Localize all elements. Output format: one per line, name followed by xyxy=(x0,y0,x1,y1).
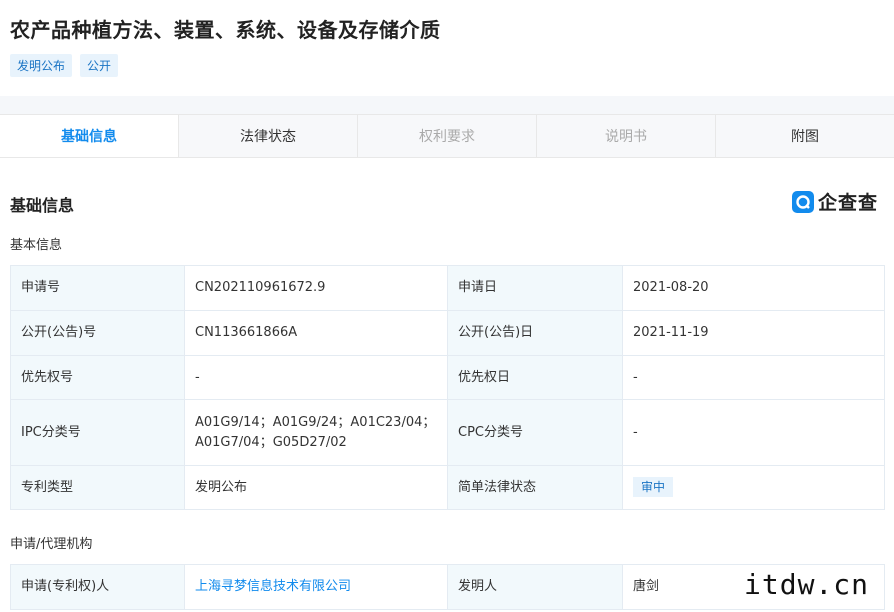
field-value: - xyxy=(622,355,885,400)
basic-info-subtitle: 基本信息 xyxy=(10,238,63,253)
field-label: CPC分类号 xyxy=(447,399,623,466)
tab-bar: 基础信息 法律状态 权利要求 说明书 附图 xyxy=(0,114,894,158)
field-value: CN202110961672.9 xyxy=(184,265,448,311)
section-title: 基础信息 xyxy=(10,196,75,215)
tab-claims[interactable]: 权利要求 xyxy=(357,115,536,157)
qichacha-logo[interactable]: 企查查 xyxy=(792,188,878,215)
basic-info-row: 专利类型 发明公布 简单法律状态 审中 xyxy=(10,465,885,510)
basic-info-row: IPC分类号 A01G9/14；A01G9/24；A01C23/04；A01G7/… xyxy=(10,399,885,466)
field-label: 简单法律状态 xyxy=(447,465,623,510)
watermark: itdw.cn xyxy=(740,568,874,601)
agency-subtitle: 申请/代理机构 xyxy=(10,537,93,552)
tab-figures[interactable]: 附图 xyxy=(715,115,894,157)
basic-info-table: 申请号 CN202110961672.9 申请日 2021-08-20 公开(公告)号 C… xyxy=(10,265,885,510)
logo-text: 企查查 xyxy=(818,192,879,214)
field-value: - xyxy=(622,399,885,466)
field-value: CN113661866A xyxy=(184,310,448,356)
field-value: 发明公布 xyxy=(184,465,448,510)
field-label: 申请号 xyxy=(10,265,185,311)
field-label: 申请(专利权)人 xyxy=(10,564,185,610)
field-value: 2021-08-20 xyxy=(622,265,885,311)
basic-info-row: 公开(公告)号 CN113661866A 公开(公告)日 2021-11-19 xyxy=(10,310,885,356)
status-badge: 审中 xyxy=(633,477,674,497)
tag-public: 公开 xyxy=(80,54,119,77)
divider-strip xyxy=(0,96,894,114)
field-value: 审中 xyxy=(622,465,885,510)
field-label: 专利类型 xyxy=(10,465,185,510)
field-label: 公开(公告)日 xyxy=(447,310,623,356)
tab-basic-info[interactable]: 基础信息 xyxy=(0,115,178,157)
field-label: 发明人 xyxy=(447,564,623,610)
field-value: - xyxy=(184,355,448,400)
field-label: 申请日 xyxy=(447,265,623,311)
field-value: 2021-11-19 xyxy=(622,310,885,356)
qichacha-logo-icon xyxy=(792,190,814,213)
tab-legal-status[interactable]: 法律状态 xyxy=(178,115,357,157)
field-label: 公开(公告)号 xyxy=(10,310,185,356)
field-label: 优先权号 xyxy=(10,355,185,400)
basic-info-row: 优先权号 - 优先权日 - xyxy=(10,355,885,400)
field-label: 优先权日 xyxy=(447,355,623,400)
tag-list: 发明公布 公开 xyxy=(10,54,119,77)
tag-invention-publication: 发明公布 xyxy=(10,54,73,77)
tab-description[interactable]: 说明书 xyxy=(536,115,715,157)
page-title: 农产品种植方法、装置、系统、设备及存储介质 xyxy=(10,18,441,42)
applicant-link[interactable]: 上海寻梦信息技术有限公司 xyxy=(184,564,448,610)
basic-info-row: 申请号 CN202110961672.9 申请日 2021-08-20 xyxy=(10,265,885,311)
field-value: A01G9/14；A01G9/24；A01C23/04；A01G7/04；G05… xyxy=(184,399,448,466)
field-label: IPC分类号 xyxy=(10,399,185,466)
